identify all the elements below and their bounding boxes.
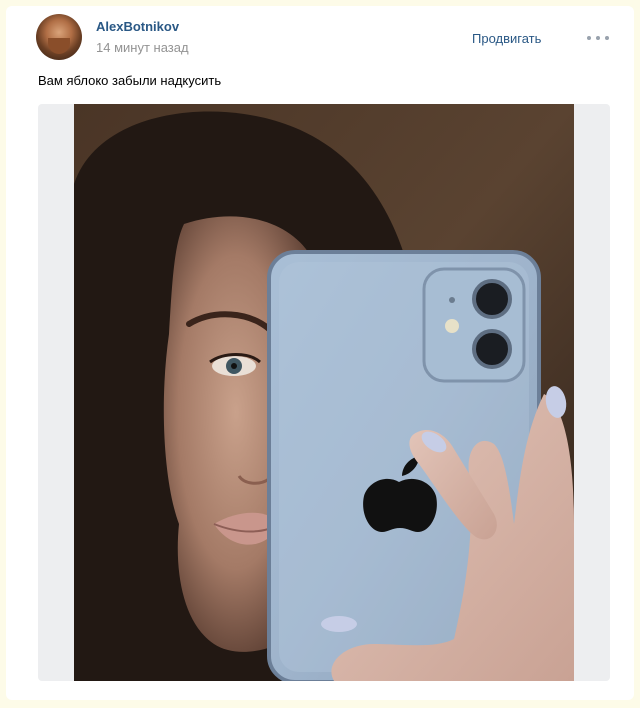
camera-mic [449,297,455,303]
post-media[interactable] [38,104,610,681]
camera-flash [445,319,459,333]
post-time[interactable]: 14 минут назад [96,40,189,55]
camera-lens-1 [472,279,512,319]
dot [587,36,591,40]
post-text: Вам яблоко забыли надкусить [38,73,222,88]
more-dots-icon[interactable] [587,34,609,42]
avatar[interactable] [36,14,82,60]
avatar-beard [48,38,70,54]
dot [596,36,600,40]
camera-lens-2 [472,329,512,369]
pupil [231,363,237,369]
promote-button[interactable]: Продвигать [472,31,541,46]
nail [321,616,357,632]
post-photo[interactable] [74,104,574,681]
dot [605,36,609,40]
author-name[interactable]: AlexBotnikov [96,19,179,34]
camera-module [422,267,526,383]
